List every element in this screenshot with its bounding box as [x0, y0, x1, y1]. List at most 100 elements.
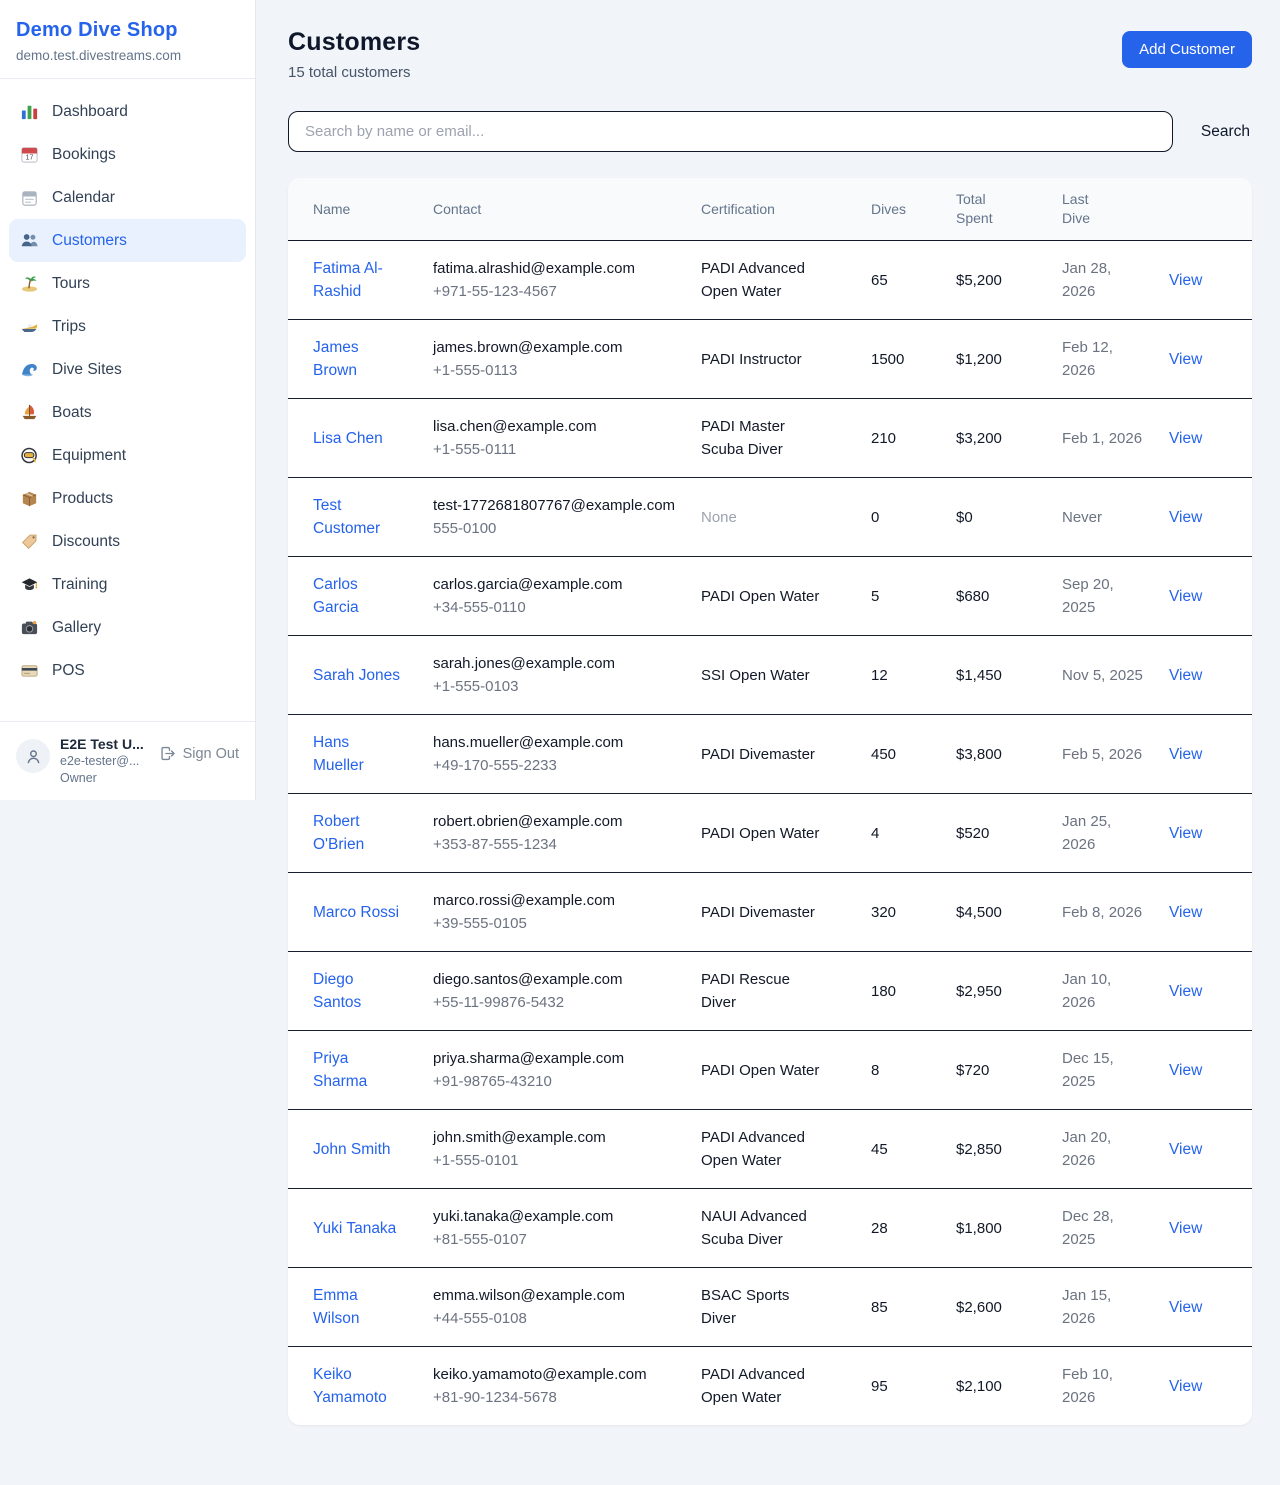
view-link[interactable]: View	[1169, 588, 1202, 605]
view-link[interactable]: View	[1169, 746, 1202, 763]
products-icon	[20, 489, 39, 508]
add-customer-button[interactable]: Add Customer	[1122, 31, 1252, 68]
customer-dives: 8	[871, 1031, 956, 1110]
sidebar-item-label: POS	[52, 659, 85, 682]
trips-icon	[20, 317, 39, 336]
customer-dives: 0	[871, 478, 956, 557]
app-shell: Demo Dive Shop demo.test.divestreams.com…	[0, 0, 1280, 1425]
table-row: Lisa Chen lisa.chen@example.com+1-555-01…	[288, 399, 1252, 478]
customer-name-link[interactable]: Diego Santos	[313, 971, 361, 1011]
svg-text:17: 17	[26, 154, 34, 162]
sidebar-item-tours[interactable]: Tours	[9, 262, 246, 305]
sidebar-item-bookings[interactable]: 17 Bookings	[9, 133, 246, 176]
customer-email: emma.wilson@example.com	[433, 1284, 681, 1307]
table-row: Priya Sharma priya.sharma@example.com+91…	[288, 1031, 1252, 1110]
customer-total-spent: $1,450	[956, 636, 1062, 715]
view-link[interactable]: View	[1169, 667, 1202, 684]
customer-last-dive: Feb 8, 2026	[1062, 873, 1169, 952]
sidebar-item-dive-sites[interactable]: Dive Sites	[9, 348, 246, 391]
sidebar-item-label: Tours	[52, 272, 90, 295]
customer-last-dive: Feb 5, 2026	[1062, 715, 1169, 794]
customer-name-link[interactable]: Robert O'Brien	[313, 813, 364, 853]
view-link[interactable]: View	[1169, 1220, 1202, 1237]
view-link[interactable]: View	[1169, 509, 1202, 526]
customer-phone: +81-555-0107	[433, 1228, 681, 1251]
customer-email: priya.sharma@example.com	[433, 1047, 681, 1070]
customer-name-link[interactable]: Carlos Garcia	[313, 576, 359, 616]
customer-name-link[interactable]: James Brown	[313, 339, 359, 379]
customer-name-link[interactable]: Hans Mueller	[313, 734, 364, 774]
customer-name-link[interactable]: Emma Wilson	[313, 1287, 360, 1327]
view-link[interactable]: View	[1169, 825, 1202, 842]
sidebar-item-boats[interactable]: Boats	[9, 391, 246, 434]
avatar	[16, 739, 50, 773]
sidebar-item-label: Dive Sites	[52, 358, 122, 381]
user-email: e2e-tester@...	[60, 753, 149, 770]
customer-certification: PADI Advanced Open Water	[701, 241, 871, 320]
customer-dives: 320	[871, 873, 956, 952]
customer-name-link[interactable]: John Smith	[313, 1141, 391, 1158]
search-button[interactable]: Search	[1199, 119, 1252, 145]
column-header-total-spent: Total Spent	[956, 178, 1062, 241]
customer-total-spent: $3,800	[956, 715, 1062, 794]
customer-email: fatima.alrashid@example.com	[433, 257, 681, 280]
sign-out-button[interactable]: Sign Out	[159, 745, 239, 762]
customer-total-spent: $5,200	[956, 241, 1062, 320]
customer-phone: +81-90-1234-5678	[433, 1386, 681, 1409]
sidebar-item-label: Products	[52, 487, 113, 510]
customer-email: robert.obrien@example.com	[433, 810, 681, 833]
sidebar-item-equipment[interactable]: Equipment	[9, 434, 246, 477]
sidebar-item-products[interactable]: Products	[9, 477, 246, 520]
view-link[interactable]: View	[1169, 904, 1202, 921]
customer-certification: PADI Advanced Open Water	[701, 1110, 871, 1189]
sidebar-item-gallery[interactable]: Gallery	[9, 606, 246, 649]
sidebar-item-customers[interactable]: Customers	[9, 219, 246, 262]
customer-total-spent: $3,200	[956, 399, 1062, 478]
pos-icon	[20, 661, 39, 680]
sidebar-nav: Dashboard 17 Bookings Calendar Customers…	[0, 79, 255, 721]
customer-name-link[interactable]: Lisa Chen	[313, 430, 383, 447]
page-header-text: Customers 15 total customers	[288, 28, 420, 81]
table-header-row: Name Contact Certification Dives Total S…	[288, 178, 1252, 241]
user-icon	[24, 747, 43, 766]
sidebar-item-label: Discounts	[52, 530, 120, 553]
sidebar-item-calendar[interactable]: Calendar	[9, 176, 246, 219]
customer-phone: +971-55-123-4567	[433, 280, 681, 303]
customers-table-card: Name Contact Certification Dives Total S…	[288, 178, 1252, 1425]
view-link[interactable]: View	[1169, 1062, 1202, 1079]
customer-name-link[interactable]: Marco Rossi	[313, 904, 399, 921]
customer-email: john.smith@example.com	[433, 1126, 681, 1149]
sidebar-item-trips[interactable]: Trips	[9, 305, 246, 348]
search-input[interactable]	[288, 111, 1173, 152]
customer-certification: PADI Open Water	[701, 557, 871, 636]
customer-name-link[interactable]: Sarah Jones	[313, 667, 400, 684]
customer-email: keiko.yamamoto@example.com	[433, 1363, 681, 1386]
customer-certification: PADI Master Scuba Diver	[701, 399, 871, 478]
column-header-last-dive: Last Dive	[1062, 178, 1169, 241]
view-link[interactable]: View	[1169, 430, 1202, 447]
sidebar-item-training[interactable]: Training	[9, 563, 246, 606]
customer-name-link[interactable]: Fatima Al-Rashid	[313, 260, 383, 300]
sidebar-user-section: E2E Test U... e2e-tester@... Owner Sign …	[0, 721, 255, 800]
boats-icon	[20, 403, 39, 422]
customer-certification: PADI Instructor	[701, 320, 871, 399]
sidebar-item-label: Customers	[52, 229, 127, 252]
customer-name-link[interactable]: Keiko Yamamoto	[313, 1366, 387, 1406]
customer-phone: +91-98765-43210	[433, 1070, 681, 1093]
customer-name-link[interactable]: Yuki Tanaka	[313, 1220, 396, 1237]
view-link[interactable]: View	[1169, 1299, 1202, 1316]
sidebar-item-pos[interactable]: POS	[9, 649, 246, 692]
sidebar-item-dashboard[interactable]: Dashboard	[9, 90, 246, 133]
view-link[interactable]: View	[1169, 1141, 1202, 1158]
customer-last-dive: Never	[1062, 478, 1169, 557]
customer-name-link[interactable]: Priya Sharma	[313, 1050, 367, 1090]
view-link[interactable]: View	[1169, 272, 1202, 289]
view-link[interactable]: View	[1169, 1378, 1202, 1395]
view-link[interactable]: View	[1169, 351, 1202, 368]
sidebar-header: Demo Dive Shop demo.test.divestreams.com	[0, 0, 255, 79]
view-link[interactable]: View	[1169, 983, 1202, 1000]
customer-certification: NAUI Advanced Scuba Diver	[701, 1189, 871, 1268]
sidebar-item-discounts[interactable]: Discounts	[9, 520, 246, 563]
customer-name-link[interactable]: Test Customer	[313, 497, 380, 537]
sidebar-item-label: Equipment	[52, 444, 126, 467]
